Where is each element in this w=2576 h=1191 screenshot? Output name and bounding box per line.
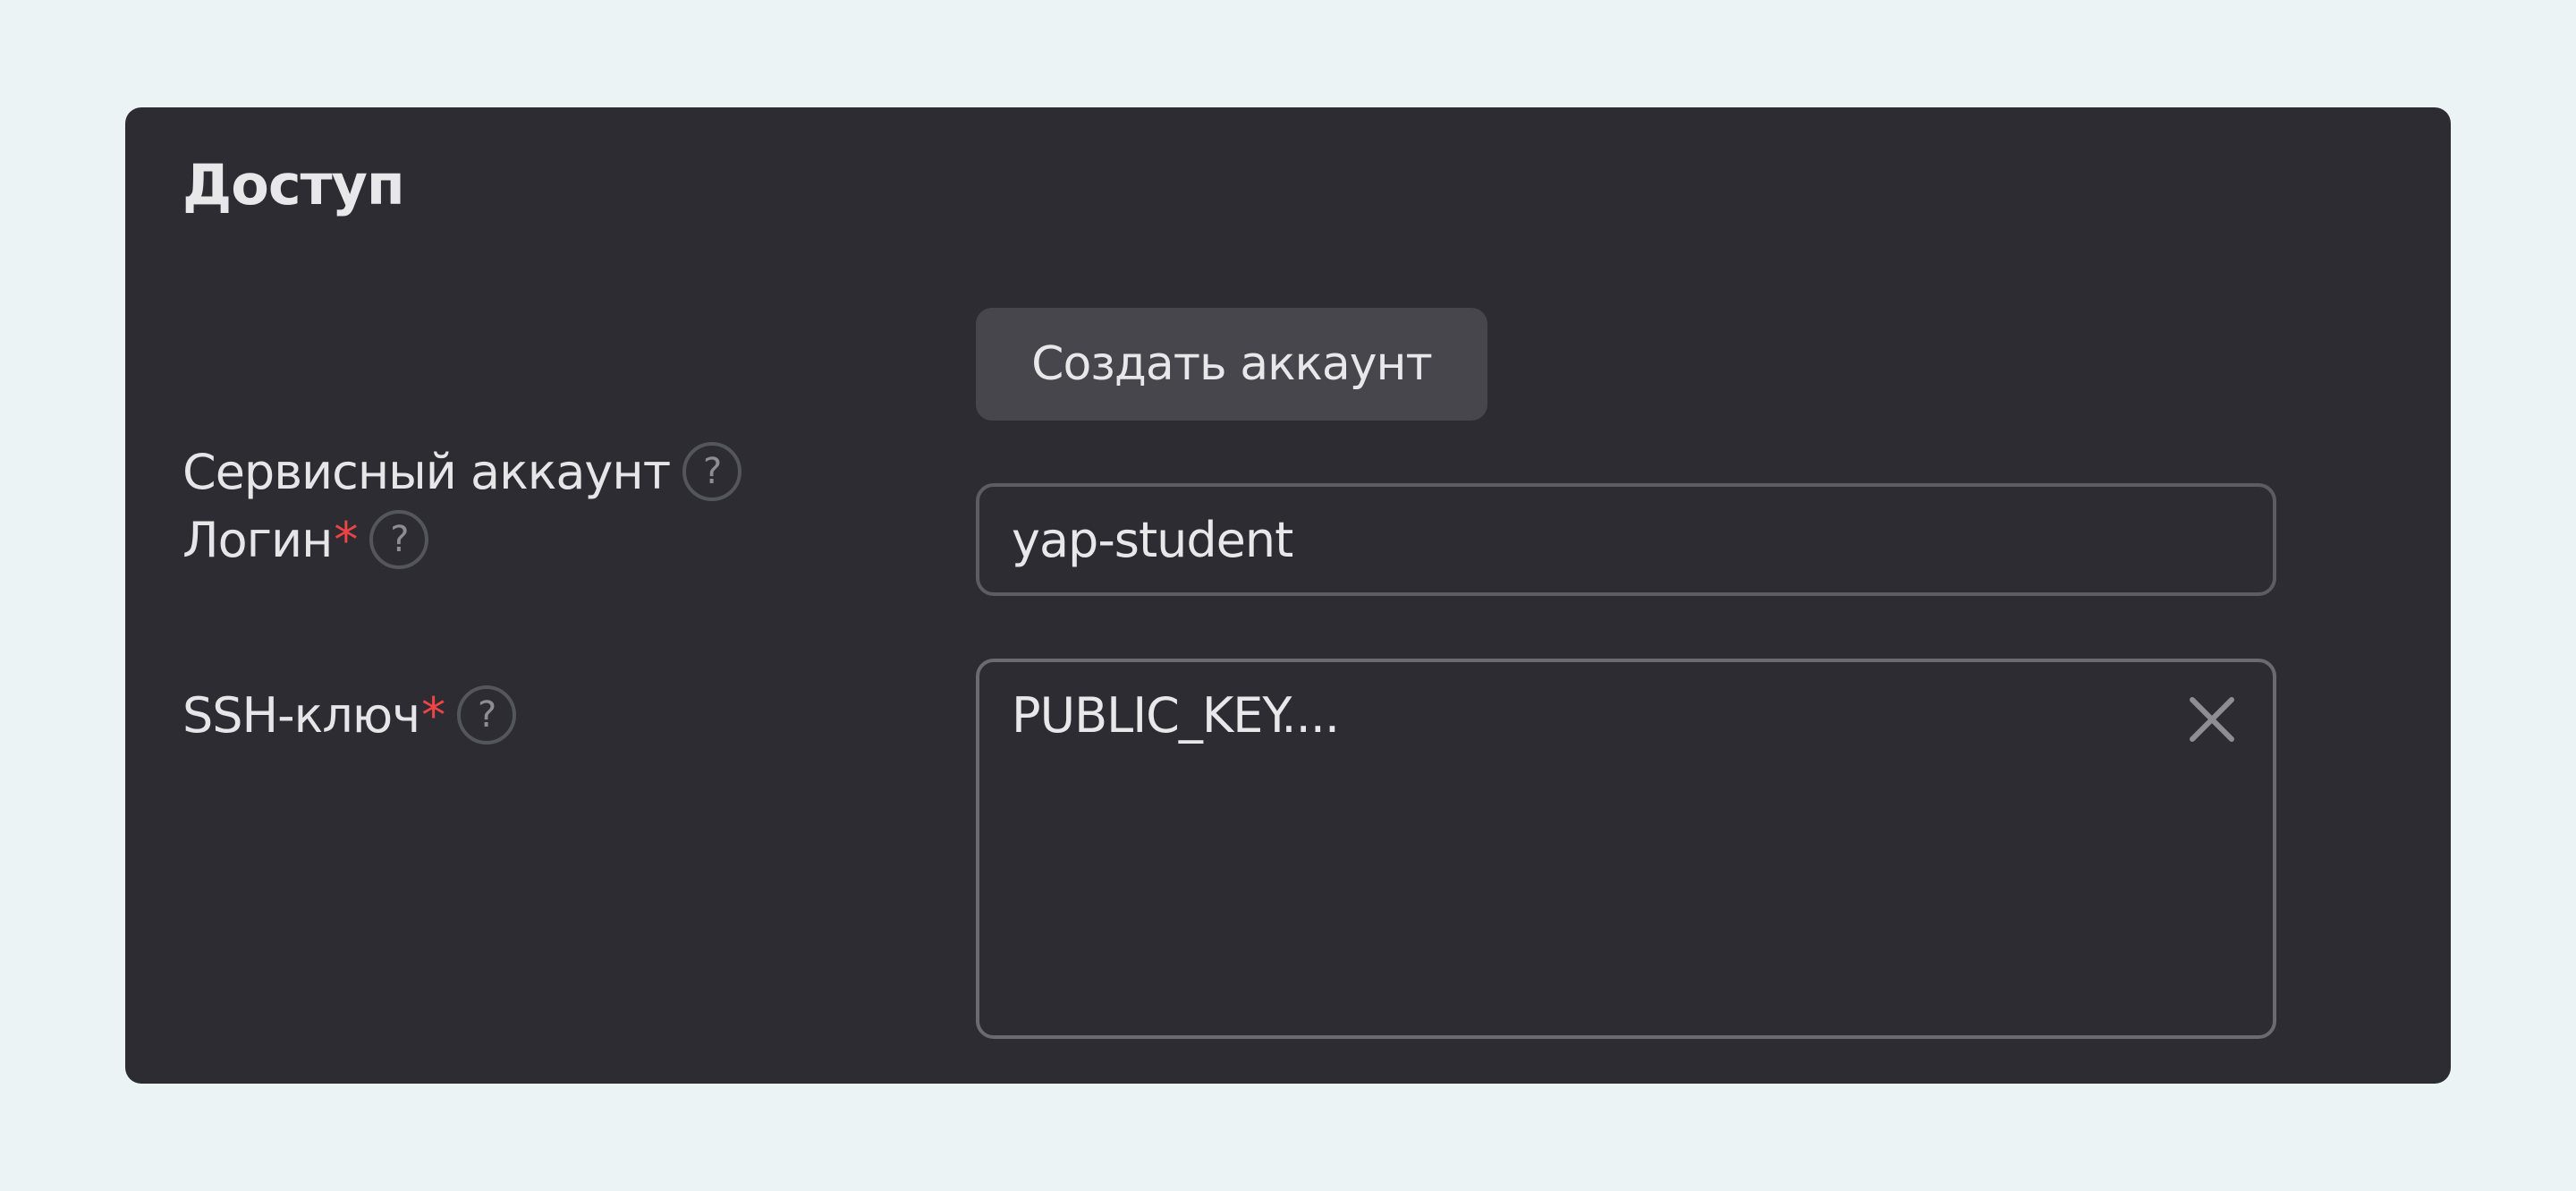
ssh-key-row-label: SSH-ключ * ? bbox=[182, 682, 517, 748]
login-required-mark: * bbox=[334, 511, 358, 568]
service-account-row-label: Сервисный аккаунт ? bbox=[182, 438, 742, 505]
ssh-key-help-icon[interactable]: ? bbox=[457, 685, 517, 744]
service-account-help-icon[interactable]: ? bbox=[682, 442, 742, 501]
login-label: Логин bbox=[182, 511, 333, 568]
ssh-key-required-mark: * bbox=[421, 686, 445, 744]
section-title: Доступ bbox=[182, 152, 405, 217]
ssh-key-textarea[interactable]: PUBLIC_KEY.... bbox=[979, 662, 2273, 1035]
access-panel: Доступ Сервисный аккаунт ? Создать аккау… bbox=[125, 107, 2451, 1084]
create-account-button[interactable]: Создать аккаунт bbox=[976, 308, 1487, 421]
ssh-key-label: SSH-ключ bbox=[182, 686, 420, 744]
login-row-label: Логин * ? bbox=[182, 506, 429, 573]
login-input[interactable] bbox=[976, 483, 2276, 596]
close-icon[interactable] bbox=[2187, 694, 2237, 744]
ssh-key-field: PUBLIC_KEY.... bbox=[976, 659, 2276, 1039]
service-account-label: Сервисный аккаунт bbox=[182, 443, 671, 500]
login-help-icon[interactable]: ? bbox=[369, 510, 429, 569]
